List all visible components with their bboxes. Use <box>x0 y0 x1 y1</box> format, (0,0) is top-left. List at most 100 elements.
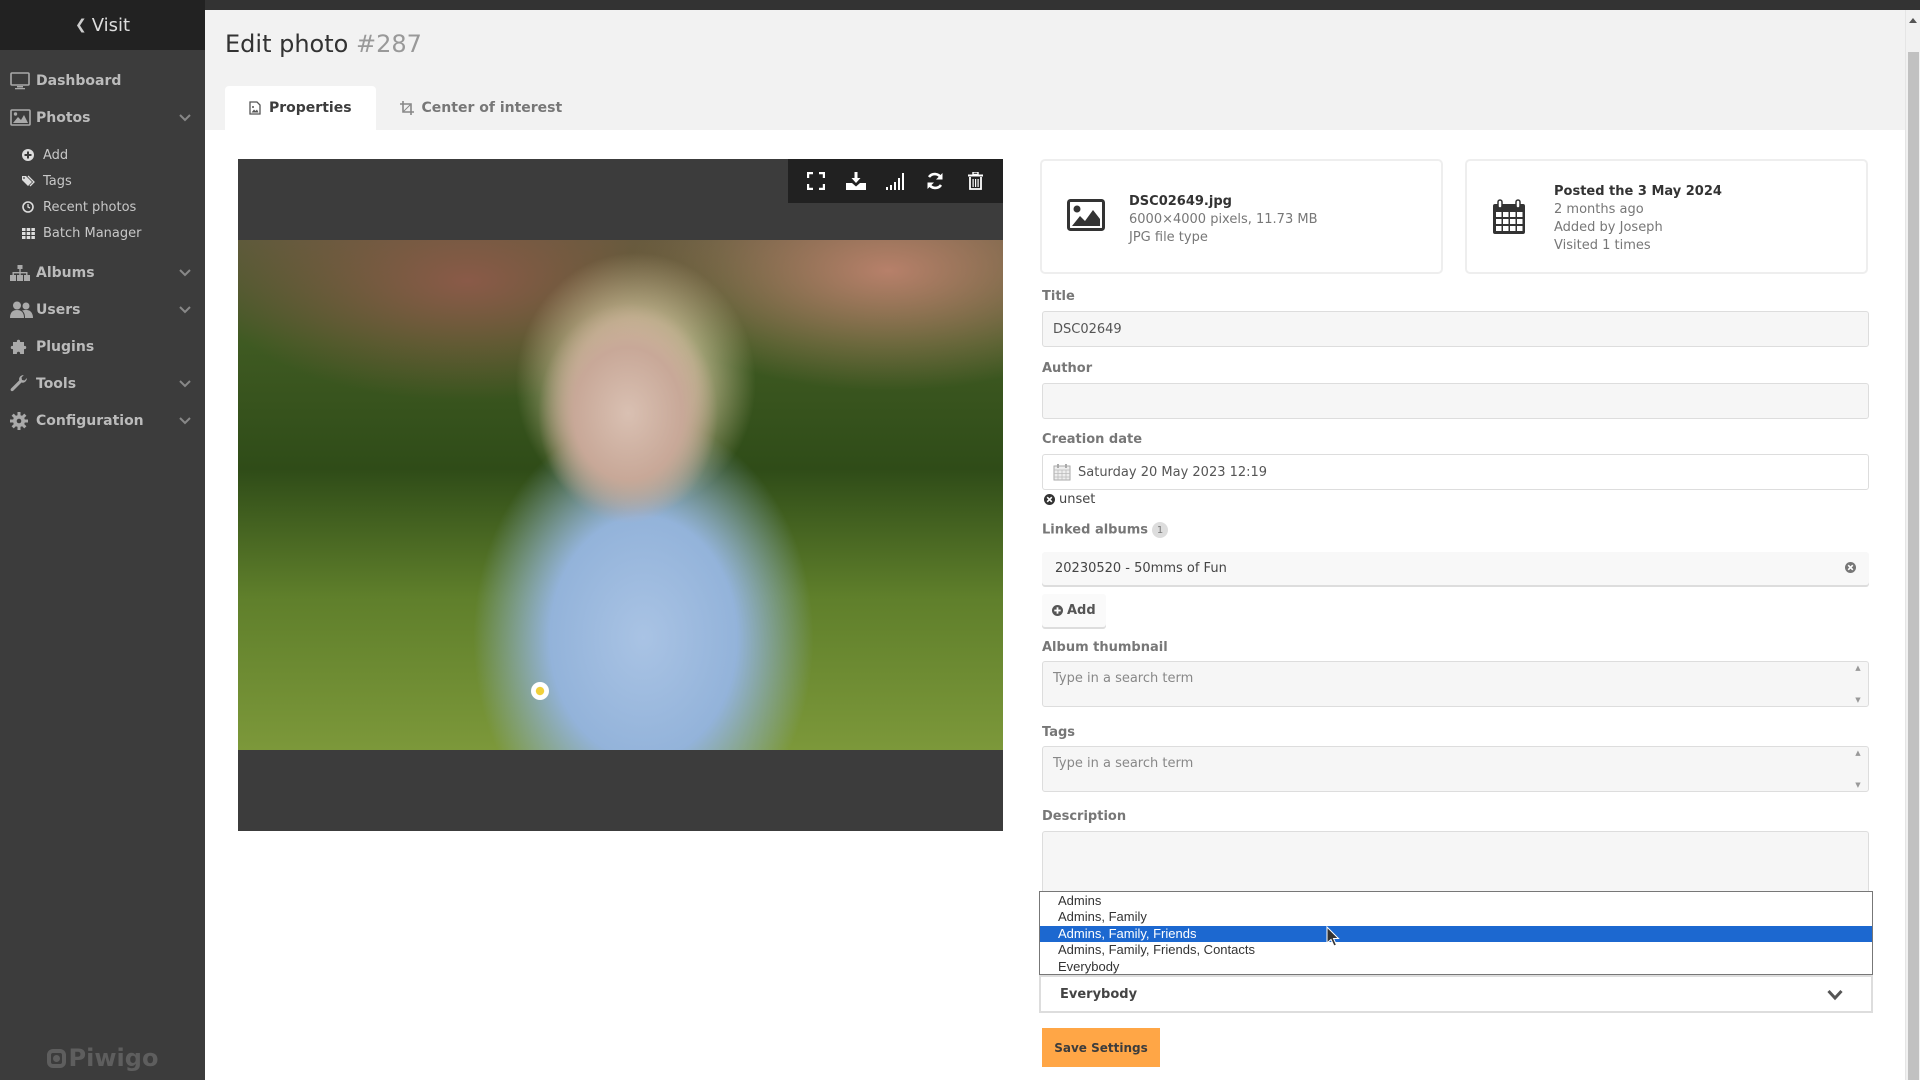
unset-date-button[interactable]: unset <box>1044 492 1095 507</box>
visit-link[interactable]: ❮ Visit <box>0 0 205 50</box>
tags-search[interactable]: Type in a search term ▲ ▼ <box>1042 746 1869 792</box>
sidebar-subitem-add[interactable]: Add <box>0 142 205 168</box>
tab-label: Properties <box>269 100 352 116</box>
tab-bar: Properties Center of interest <box>225 86 586 130</box>
author-input[interactable] <box>1042 383 1869 419</box>
author-label: Author <box>1042 361 1093 376</box>
top-bar <box>205 0 1920 10</box>
arrow-up-icon: ▲ <box>1855 749 1861 757</box>
sidebar-item-label: Users <box>36 301 81 318</box>
scroll-arrows[interactable]: ▲ ▼ <box>1852 664 1864 704</box>
sidebar-item-configuration[interactable]: Configuration <box>0 402 205 439</box>
mouse-cursor-icon <box>1326 926 1340 947</box>
visit-count: Visited 1 times <box>1554 238 1651 253</box>
privacy-option-highlighted[interactable]: Admins, Family, Friends <box>1040 925 1872 943</box>
sidebar-item-label: Plugins <box>36 338 95 355</box>
tab-center-of-interest[interactable]: Center of interest <box>376 86 587 130</box>
tab-properties[interactable]: Properties <box>225 86 376 130</box>
sidebar-item-label: Tools <box>36 375 77 392</box>
linked-albums-label-text: Linked albums <box>1042 522 1149 538</box>
sidebar-item-users[interactable]: Users <box>0 291 205 328</box>
page-title: Edit photo #287 <box>225 30 422 58</box>
file-image-icon <box>249 101 261 115</box>
file-info-text: DSC02649.jpg 6000×4000 pixels, 11.73 MB … <box>1129 193 1317 247</box>
scroll-arrows[interactable]: ▲ ▼ <box>1852 749 1864 789</box>
album-thumbnail-placeholder: Type in a search term <box>1053 671 1194 686</box>
page-scrollbar[interactable] <box>1905 10 1920 1080</box>
sidebar-subitem-batch-manager[interactable]: Batch Manager <box>0 220 205 246</box>
privacy-select[interactable]: Everybody <box>1039 975 1873 1013</box>
save-settings-button[interactable]: Save Settings <box>1042 1028 1160 1067</box>
file-type: JPG file type <box>1129 230 1208 245</box>
file-name: DSC02649.jpg <box>1129 194 1232 209</box>
arrow-up-icon: ▲ <box>1855 664 1861 672</box>
chevron-down-icon[interactable] <box>179 377 191 389</box>
scrollbar-thumb[interactable] <box>1908 52 1919 1080</box>
chevron-down-icon[interactable] <box>179 111 191 123</box>
chevron-down-icon[interactable] <box>179 266 191 278</box>
sidebar-item-dashboard[interactable]: Dashboard <box>0 62 205 99</box>
sidebar-item-label: Albums <box>36 264 95 281</box>
linked-album-item: 20230520 - 50mms of Fun <box>1042 552 1869 585</box>
linked-albums-count: 1 <box>1152 522 1169 538</box>
privacy-dropdown-list: Admins Admins, Family Admins, Family, Fr… <box>1039 891 1873 975</box>
app-root: ❮ Visit Dashboard Photos Add Tags Recent… <box>0 0 1920 1080</box>
trash-icon[interactable] <box>963 169 987 193</box>
chevron-down-icon <box>1827 989 1843 1001</box>
creation-date-label: Creation date <box>1042 432 1143 447</box>
linked-albums-label: Linked albums 1 <box>1042 522 1169 538</box>
fullscreen-icon[interactable] <box>804 169 828 193</box>
album-thumbnail-label: Album thumbnail <box>1042 640 1168 655</box>
sidebar-item-label: Configuration <box>36 412 144 429</box>
title-input[interactable] <box>1042 311 1869 347</box>
tags-icon <box>22 175 43 187</box>
chevron-down-icon[interactable] <box>179 414 191 426</box>
privacy-option[interactable]: Everybody <box>1040 959 1872 975</box>
plus-circle-icon <box>22 149 43 161</box>
monitor-icon <box>10 71 36 90</box>
sidebar-item-label: Photos <box>36 109 91 126</box>
chevron-down-icon[interactable] <box>179 303 191 315</box>
description-textarea[interactable] <box>1042 831 1869 891</box>
sidebar-item-label: Dashboard <box>36 72 122 89</box>
sidebar-subitem-label: Tags <box>43 173 72 189</box>
sidebar-item-plugins[interactable]: Plugins <box>0 328 205 365</box>
posted-date: Posted the 3 May 2024 <box>1554 184 1722 199</box>
sidebar-item-albums[interactable]: Albums <box>0 254 205 291</box>
signal-icon[interactable] <box>883 169 907 193</box>
photo-preview <box>238 159 1003 831</box>
photos-submenu: Add Tags Recent photos Batch Manager <box>0 136 205 254</box>
privacy-option[interactable]: Admins <box>1040 893 1872 909</box>
chevron-left-icon: ❮ <box>74 17 87 33</box>
sitemap-icon <box>10 264 36 281</box>
creation-date-input[interactable]: Saturday 20 May 2023 12:19 <box>1042 454 1869 490</box>
sidebar: ❮ Visit Dashboard Photos Add Tags Recent… <box>0 0 205 1080</box>
title-label: Title <box>1042 289 1075 304</box>
wrench-icon <box>10 374 36 393</box>
sidebar-item-photos[interactable]: Photos <box>0 99 205 136</box>
arrow-down-icon: ▼ <box>1855 781 1861 789</box>
posted-ago: 2 months ago <box>1554 202 1644 217</box>
sidebar-item-tools[interactable]: Tools <box>0 365 205 402</box>
sync-icon[interactable] <box>923 169 947 193</box>
download-icon[interactable] <box>844 169 868 193</box>
remove-album-icon[interactable] <box>1845 562 1856 577</box>
unset-label: unset <box>1059 492 1096 507</box>
add-album-button[interactable]: Add <box>1042 594 1106 627</box>
visit-label: Visit <box>91 14 131 36</box>
sidebar-subitem-label: Batch Manager <box>43 225 142 241</box>
file-dimensions: 6000×4000 pixels, 11.73 MB <box>1129 212 1318 227</box>
grid-icon <box>22 227 43 239</box>
scroll-up-icon[interactable] <box>1909 18 1917 23</box>
puzzle-icon <box>10 338 36 355</box>
sidebar-subitem-recent-photos[interactable]: Recent photos <box>0 194 205 220</box>
privacy-option[interactable]: Admins, Family, Friends, Contacts <box>1040 942 1872 958</box>
sidebar-subitem-label: Recent photos <box>43 199 137 215</box>
sidebar-subitem-tags[interactable]: Tags <box>0 168 205 194</box>
album-thumbnail-search[interactable]: Type in a search term ▲ ▼ <box>1042 661 1869 707</box>
privacy-option[interactable]: Admins, Family <box>1040 909 1872 925</box>
calendar-icon <box>1053 463 1071 481</box>
sidebar-subitem-label: Add <box>43 147 69 163</box>
photo-detail <box>531 682 549 700</box>
image-icon <box>10 109 36 126</box>
